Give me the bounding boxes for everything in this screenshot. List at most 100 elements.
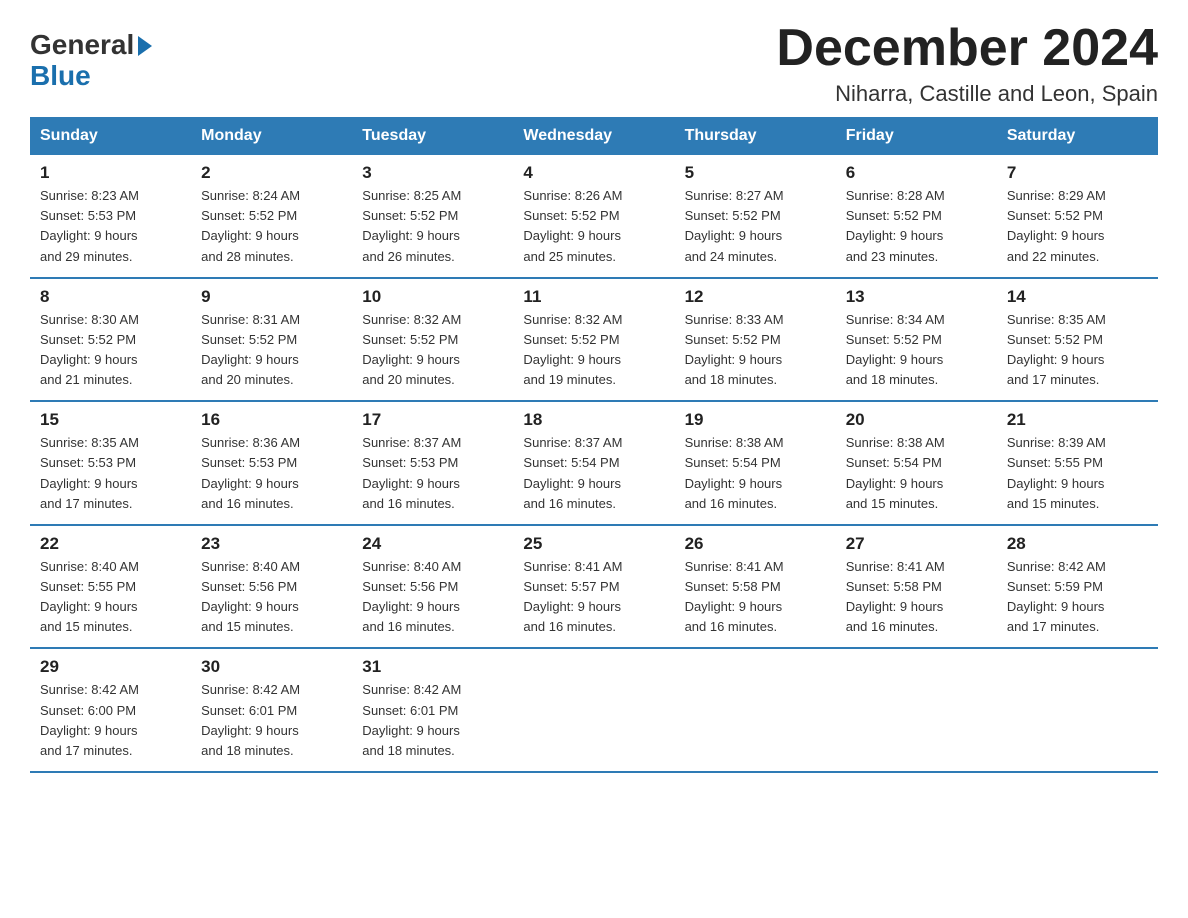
day-info: Sunrise: 8:33 AMSunset: 5:52 PMDaylight:… [685,310,826,391]
day-number: 24 [362,534,503,554]
day-cell: 17 Sunrise: 8:37 AMSunset: 5:53 PMDaylig… [352,401,513,525]
day-number: 12 [685,287,826,307]
day-cell [836,648,997,772]
title-block: December 2024 Niharra, Castille and Leon… [776,20,1158,107]
day-cell: 14 Sunrise: 8:35 AMSunset: 5:52 PMDaylig… [997,278,1158,402]
day-info: Sunrise: 8:25 AMSunset: 5:52 PMDaylight:… [362,186,503,267]
day-number: 11 [523,287,664,307]
day-cell: 13 Sunrise: 8:34 AMSunset: 5:52 PMDaylig… [836,278,997,402]
day-cell: 29 Sunrise: 8:42 AMSunset: 6:00 PMDaylig… [30,648,191,772]
day-cell: 5 Sunrise: 8:27 AMSunset: 5:52 PMDayligh… [675,155,836,278]
day-number: 6 [846,163,987,183]
day-number: 1 [40,163,181,183]
day-number: 14 [1007,287,1148,307]
weekday-header-monday: Monday [191,117,352,155]
day-cell: 18 Sunrise: 8:37 AMSunset: 5:54 PMDaylig… [513,401,674,525]
day-number: 28 [1007,534,1148,554]
day-cell: 16 Sunrise: 8:36 AMSunset: 5:53 PMDaylig… [191,401,352,525]
day-number: 29 [40,657,181,677]
day-number: 30 [201,657,342,677]
day-info: Sunrise: 8:41 AMSunset: 5:58 PMDaylight:… [846,557,987,638]
day-cell: 7 Sunrise: 8:29 AMSunset: 5:52 PMDayligh… [997,155,1158,278]
day-number: 16 [201,410,342,430]
day-cell: 20 Sunrise: 8:38 AMSunset: 5:54 PMDaylig… [836,401,997,525]
day-info: Sunrise: 8:42 AMSunset: 6:00 PMDaylight:… [40,680,181,761]
day-info: Sunrise: 8:40 AMSunset: 5:55 PMDaylight:… [40,557,181,638]
day-info: Sunrise: 8:31 AMSunset: 5:52 PMDaylight:… [201,310,342,391]
day-cell: 4 Sunrise: 8:26 AMSunset: 5:52 PMDayligh… [513,155,674,278]
day-number: 17 [362,410,503,430]
day-cell [997,648,1158,772]
day-cell: 6 Sunrise: 8:28 AMSunset: 5:52 PMDayligh… [836,155,997,278]
day-info: Sunrise: 8:37 AMSunset: 5:54 PMDaylight:… [523,433,664,514]
week-row-3: 15 Sunrise: 8:35 AMSunset: 5:53 PMDaylig… [30,401,1158,525]
week-row-2: 8 Sunrise: 8:30 AMSunset: 5:52 PMDayligh… [30,278,1158,402]
day-number: 20 [846,410,987,430]
weekday-header-row: SundayMondayTuesdayWednesdayThursdayFrid… [30,117,1158,155]
day-number: 10 [362,287,503,307]
week-row-1: 1 Sunrise: 8:23 AMSunset: 5:53 PMDayligh… [30,155,1158,278]
day-cell: 25 Sunrise: 8:41 AMSunset: 5:57 PMDaylig… [513,525,674,649]
day-number: 9 [201,287,342,307]
day-cell: 9 Sunrise: 8:31 AMSunset: 5:52 PMDayligh… [191,278,352,402]
day-info: Sunrise: 8:42 AMSunset: 6:01 PMDaylight:… [362,680,503,761]
day-info: Sunrise: 8:27 AMSunset: 5:52 PMDaylight:… [685,186,826,267]
day-info: Sunrise: 8:35 AMSunset: 5:52 PMDaylight:… [1007,310,1148,391]
day-info: Sunrise: 8:42 AMSunset: 5:59 PMDaylight:… [1007,557,1148,638]
day-cell: 21 Sunrise: 8:39 AMSunset: 5:55 PMDaylig… [997,401,1158,525]
weekday-header-thursday: Thursday [675,117,836,155]
day-number: 5 [685,163,826,183]
day-info: Sunrise: 8:40 AMSunset: 5:56 PMDaylight:… [201,557,342,638]
day-number: 8 [40,287,181,307]
day-cell: 26 Sunrise: 8:41 AMSunset: 5:58 PMDaylig… [675,525,836,649]
calendar-title: December 2024 [776,20,1158,77]
day-info: Sunrise: 8:41 AMSunset: 5:58 PMDaylight:… [685,557,826,638]
day-info: Sunrise: 8:24 AMSunset: 5:52 PMDaylight:… [201,186,342,267]
day-number: 15 [40,410,181,430]
day-info: Sunrise: 8:28 AMSunset: 5:52 PMDaylight:… [846,186,987,267]
day-cell: 15 Sunrise: 8:35 AMSunset: 5:53 PMDaylig… [30,401,191,525]
day-info: Sunrise: 8:34 AMSunset: 5:52 PMDaylight:… [846,310,987,391]
day-cell: 30 Sunrise: 8:42 AMSunset: 6:01 PMDaylig… [191,648,352,772]
day-cell [675,648,836,772]
day-number: 13 [846,287,987,307]
logo: General Blue [30,20,152,92]
day-info: Sunrise: 8:29 AMSunset: 5:52 PMDaylight:… [1007,186,1148,267]
day-cell: 11 Sunrise: 8:32 AMSunset: 5:52 PMDaylig… [513,278,674,402]
day-info: Sunrise: 8:39 AMSunset: 5:55 PMDaylight:… [1007,433,1148,514]
day-number: 7 [1007,163,1148,183]
day-number: 27 [846,534,987,554]
day-info: Sunrise: 8:32 AMSunset: 5:52 PMDaylight:… [523,310,664,391]
day-number: 22 [40,534,181,554]
day-number: 31 [362,657,503,677]
logo-blue: Blue [30,60,91,91]
day-cell: 31 Sunrise: 8:42 AMSunset: 6:01 PMDaylig… [352,648,513,772]
day-info: Sunrise: 8:35 AMSunset: 5:53 PMDaylight:… [40,433,181,514]
day-info: Sunrise: 8:37 AMSunset: 5:53 PMDaylight:… [362,433,503,514]
day-number: 26 [685,534,826,554]
calendar-table: SundayMondayTuesdayWednesdayThursdayFrid… [30,117,1158,773]
day-cell: 1 Sunrise: 8:23 AMSunset: 5:53 PMDayligh… [30,155,191,278]
week-row-5: 29 Sunrise: 8:42 AMSunset: 6:00 PMDaylig… [30,648,1158,772]
day-number: 18 [523,410,664,430]
weekday-header-wednesday: Wednesday [513,117,674,155]
day-number: 23 [201,534,342,554]
day-info: Sunrise: 8:23 AMSunset: 5:53 PMDaylight:… [40,186,181,267]
logo-general: General [30,30,134,61]
day-cell: 24 Sunrise: 8:40 AMSunset: 5:56 PMDaylig… [352,525,513,649]
week-row-4: 22 Sunrise: 8:40 AMSunset: 5:55 PMDaylig… [30,525,1158,649]
day-info: Sunrise: 8:36 AMSunset: 5:53 PMDaylight:… [201,433,342,514]
day-cell: 23 Sunrise: 8:40 AMSunset: 5:56 PMDaylig… [191,525,352,649]
day-number: 3 [362,163,503,183]
day-cell: 22 Sunrise: 8:40 AMSunset: 5:55 PMDaylig… [30,525,191,649]
day-info: Sunrise: 8:30 AMSunset: 5:52 PMDaylight:… [40,310,181,391]
day-cell: 19 Sunrise: 8:38 AMSunset: 5:54 PMDaylig… [675,401,836,525]
day-number: 21 [1007,410,1148,430]
day-cell: 12 Sunrise: 8:33 AMSunset: 5:52 PMDaylig… [675,278,836,402]
day-number: 25 [523,534,664,554]
day-info: Sunrise: 8:38 AMSunset: 5:54 PMDaylight:… [846,433,987,514]
weekday-header-friday: Friday [836,117,997,155]
day-cell: 3 Sunrise: 8:25 AMSunset: 5:52 PMDayligh… [352,155,513,278]
day-info: Sunrise: 8:40 AMSunset: 5:56 PMDaylight:… [362,557,503,638]
day-cell: 27 Sunrise: 8:41 AMSunset: 5:58 PMDaylig… [836,525,997,649]
